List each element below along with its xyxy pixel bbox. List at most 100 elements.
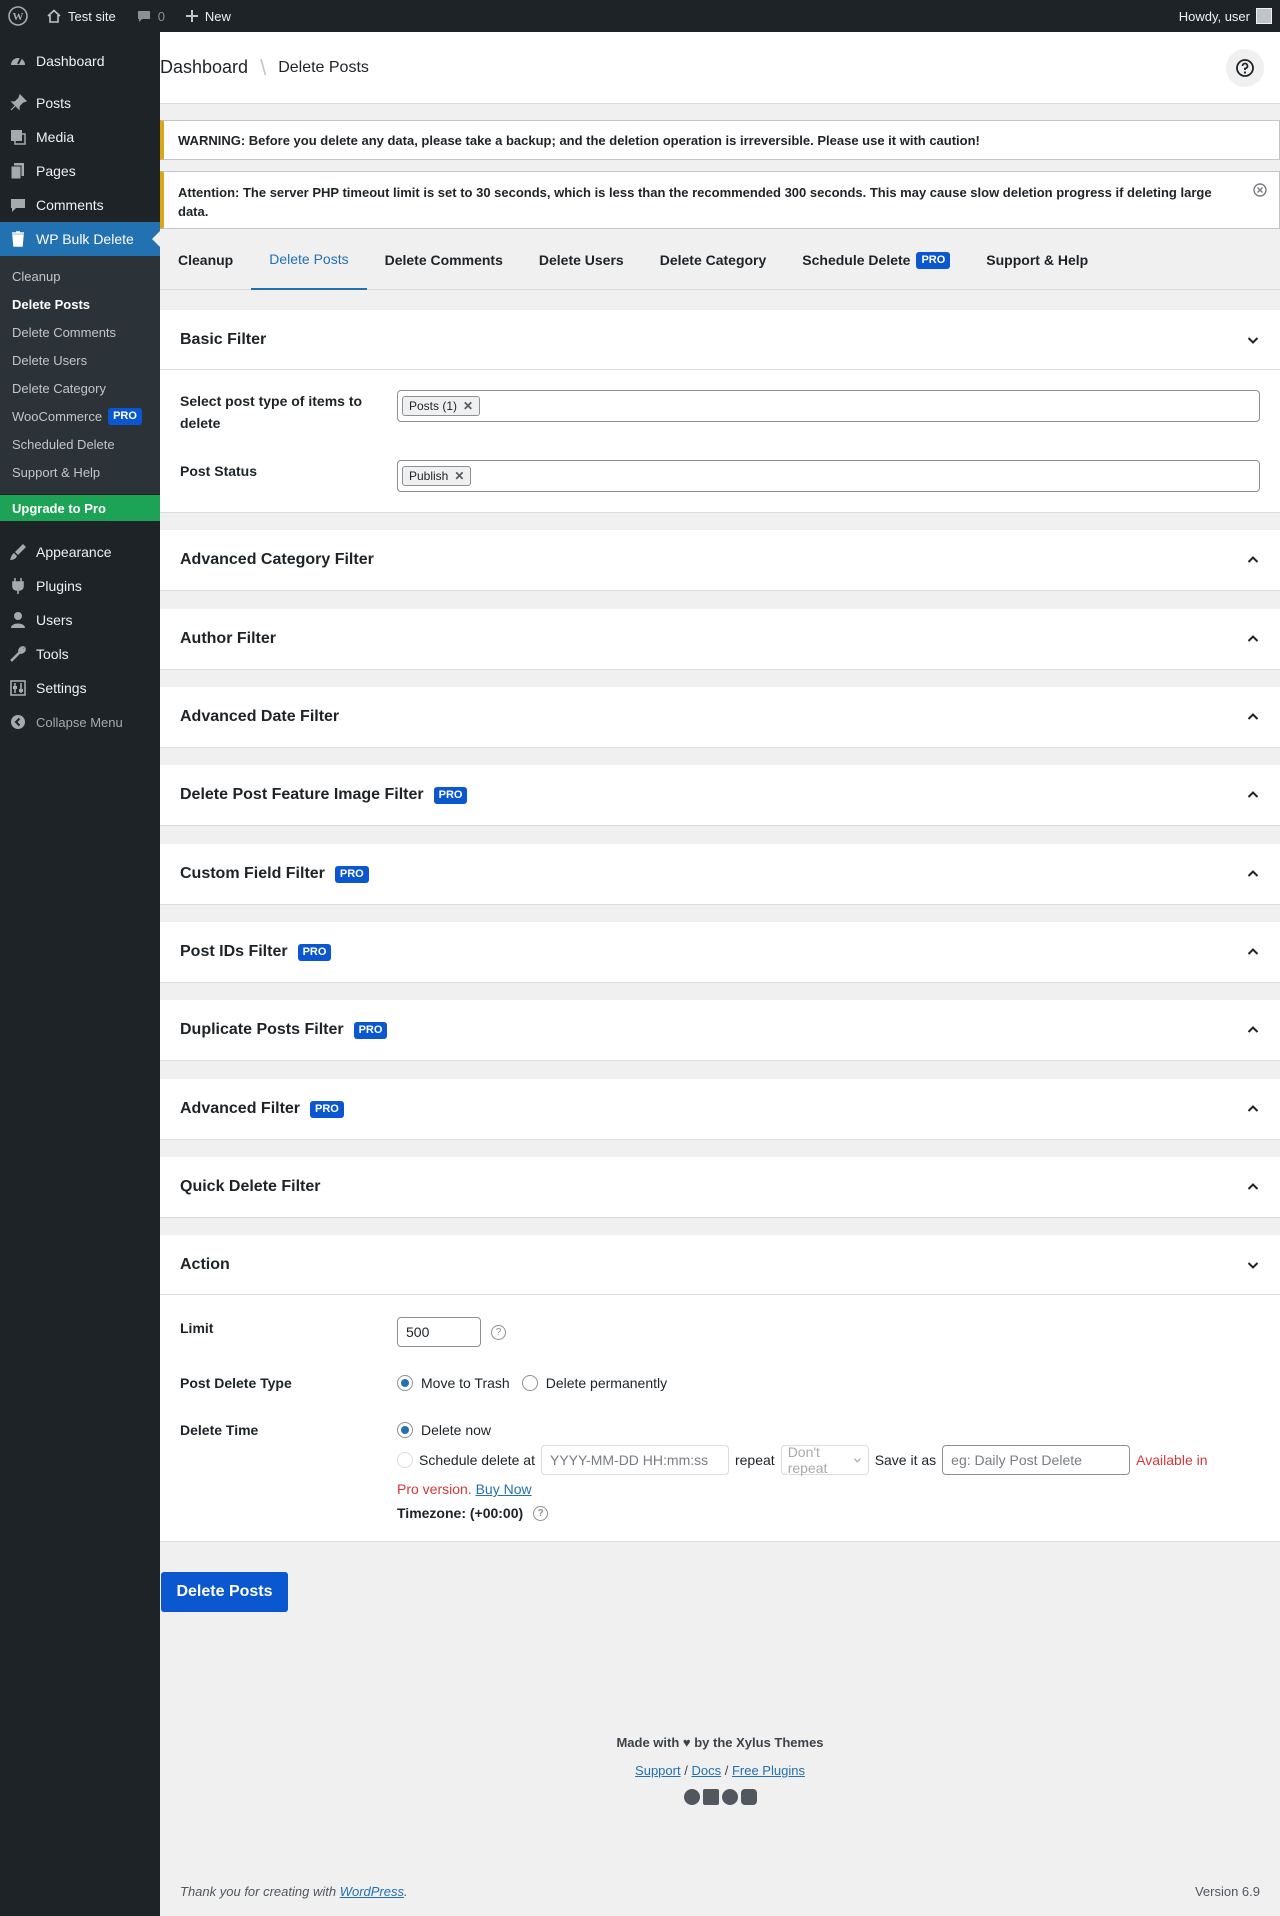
help-button[interactable] bbox=[1226, 48, 1264, 87]
panel-title: Advanced Date Filter bbox=[180, 708, 340, 725]
tab-support-help[interactable]: Support & Help bbox=[968, 230, 1106, 290]
radio-selected[interactable] bbox=[397, 1375, 413, 1391]
move-to-trash-label: Move to Trash bbox=[421, 1375, 510, 1391]
thank-you-label: Thank you for creating with bbox=[180, 1884, 337, 1899]
submenu-delete-users[interactable]: Delete Users bbox=[0, 346, 160, 374]
remove-tag-icon[interactable]: ✕ bbox=[463, 399, 473, 413]
new-label: New bbox=[204, 8, 231, 24]
quick-delete-filter-panel: Quick Delete Filter bbox=[160, 1157, 1280, 1218]
menu-media-label: Media bbox=[36, 129, 75, 145]
user-icon bbox=[11, 612, 25, 628]
submenu-cleanup[interactable]: Cleanup bbox=[0, 262, 160, 290]
submenu-scheduled-delete[interactable]: Scheduled Delete bbox=[0, 430, 160, 458]
page-header: Dashboard \ Delete Posts bbox=[160, 32, 1280, 104]
my-account-link[interactable]: Howdy, user bbox=[1179, 8, 1280, 24]
post-type-select[interactable]: Posts (1) ✕ bbox=[397, 390, 1260, 422]
tab-delete-users[interactable]: Delete Users bbox=[521, 230, 642, 290]
facebook-icon[interactable] bbox=[683, 1789, 700, 1805]
submenu-delete-category[interactable]: Delete Category bbox=[0, 374, 160, 402]
site-name-link[interactable]: Test site bbox=[36, 0, 126, 32]
menu-wp-bulk-delete-label: WP Bulk Delete bbox=[36, 231, 134, 247]
wordpress-link[interactable]: WordPress bbox=[340, 1884, 404, 1899]
support-link[interactable]: Support bbox=[635, 1763, 681, 1778]
tab-delete-comments[interactable]: Delete Comments bbox=[367, 230, 521, 290]
menu-wp-bulk-delete[interactable]: WP Bulk Delete bbox=[0, 222, 160, 256]
chevron-up-icon bbox=[1247, 713, 1259, 720]
radio-unselected[interactable] bbox=[521, 1375, 538, 1391]
tab-cleanup[interactable]: Cleanup bbox=[160, 230, 251, 290]
menu-posts[interactable]: Posts bbox=[0, 86, 160, 120]
collapse-menu-button[interactable]: Collapse Menu bbox=[0, 705, 160, 739]
advanced-filter-panel: Advanced Filter PRO bbox=[160, 1079, 1280, 1140]
feature-image-filter-header[interactable]: Delete Post Feature Image Filter PRO bbox=[160, 765, 1280, 825]
delete-now-option[interactable]: Delete now bbox=[397, 1419, 491, 1441]
tab-delete-category[interactable]: Delete Category bbox=[642, 230, 785, 290]
limit-input[interactable] bbox=[397, 1317, 481, 1347]
tab-schedule-delete[interactable]: Schedule Delete PRO bbox=[784, 230, 968, 290]
basic-filter-header[interactable]: Basic Filter bbox=[160, 310, 1280, 370]
menu-comments[interactable]: Comments bbox=[0, 188, 160, 222]
warning-notice: WARNING: Before you delete any data, ple… bbox=[160, 120, 1280, 160]
admin-bar: W Test site 0 New Howdy, user bbox=[0, 0, 1280, 32]
move-to-trash-option[interactable]: Move to Trash bbox=[397, 1375, 510, 1391]
advanced-category-filter-header[interactable]: Advanced Category Filter bbox=[160, 530, 1280, 590]
menu-appearance[interactable]: Appearance bbox=[0, 535, 160, 569]
advanced-date-filter-header[interactable]: Advanced Date Filter bbox=[160, 687, 1280, 747]
comments-link[interactable]: 0 bbox=[126, 0, 175, 32]
panel-title: Quick Delete Filter bbox=[180, 1178, 321, 1195]
duplicate-posts-filter-header[interactable]: Duplicate Posts Filter PRO bbox=[160, 1000, 1280, 1060]
submenu-delete-category-label: Delete Category bbox=[12, 380, 106, 396]
submenu-delete-posts[interactable]: Delete Posts bbox=[0, 290, 160, 318]
x-twitter-icon[interactable] bbox=[721, 1789, 738, 1805]
post-ids-filter-header[interactable]: Post IDs Filter PRO bbox=[160, 922, 1280, 982]
menu-plugins[interactable]: Plugins bbox=[0, 569, 160, 603]
upgrade-label: Upgrade to Pro bbox=[12, 500, 106, 516]
menu-dashboard[interactable]: Dashboard bbox=[0, 44, 160, 78]
remove-tag-icon[interactable]: ✕ bbox=[454, 469, 464, 483]
delete-permanently-option[interactable]: Delete permanently bbox=[521, 1375, 667, 1391]
docs-link[interactable]: Docs bbox=[691, 1763, 721, 1778]
tab-delete-posts[interactable]: Delete Posts bbox=[251, 230, 367, 290]
linkedin-icon[interactable] bbox=[702, 1789, 719, 1805]
menu-pages[interactable]: Pages bbox=[0, 154, 160, 188]
help-question-icon[interactable]: ? bbox=[491, 1324, 506, 1340]
radio-selected[interactable] bbox=[397, 1422, 413, 1438]
tab-cleanup-label: Cleanup bbox=[178, 252, 234, 268]
dismiss-notice-icon[interactable] bbox=[1253, 183, 1267, 202]
buy-now-link[interactable]: Buy Now bbox=[476, 1481, 532, 1497]
author-filter-header[interactable]: Author Filter bbox=[160, 609, 1280, 669]
panel-title: Post IDs Filter bbox=[180, 943, 288, 960]
advanced-filter-header[interactable]: Advanced Filter PRO bbox=[160, 1079, 1280, 1139]
menu-settings-label: Settings bbox=[36, 680, 87, 696]
action-header[interactable]: Action bbox=[160, 1235, 1280, 1295]
menu-tools[interactable]: Tools bbox=[0, 637, 160, 671]
upgrade-to-pro-link[interactable]: Upgrade to Pro bbox=[0, 495, 160, 521]
dashboard-gauge-icon bbox=[11, 57, 25, 65]
chevron-up-icon bbox=[1247, 948, 1259, 955]
settings-sliders-icon bbox=[10, 680, 26, 696]
youtube-icon[interactable] bbox=[740, 1789, 757, 1805]
quick-delete-filter-header[interactable]: Quick Delete Filter bbox=[160, 1157, 1280, 1217]
menu-users[interactable]: Users bbox=[0, 603, 160, 637]
delete-posts-button[interactable]: Delete Posts bbox=[161, 1572, 288, 1612]
breadcrumb-current: Delete Posts bbox=[278, 58, 369, 76]
submenu-support-help[interactable]: Support & Help bbox=[0, 458, 160, 486]
menu-media[interactable]: Media bbox=[0, 120, 160, 154]
save-as-input[interactable] bbox=[942, 1445, 1131, 1475]
pro-badge: PRO bbox=[108, 407, 142, 425]
breadcrumb-dashboard[interactable]: Dashboard bbox=[160, 57, 248, 78]
delete-time-row: Delete Time Delete now Schedule delete a… bbox=[180, 1419, 1260, 1521]
free-plugins-link[interactable]: Free Plugins bbox=[732, 1763, 805, 1778]
submenu-woocommerce[interactable]: WooCommerce PRO bbox=[0, 402, 160, 430]
submenu-delete-comments[interactable]: Delete Comments bbox=[0, 318, 160, 346]
help-question-icon[interactable]: ? bbox=[533, 1505, 549, 1521]
custom-field-filter-header[interactable]: Custom Field Filter PRO bbox=[160, 844, 1280, 904]
repeat-label: repeat bbox=[734, 1452, 775, 1468]
comments-icon bbox=[11, 199, 25, 212]
new-content-link[interactable]: New bbox=[175, 0, 241, 32]
wordpress-logo-icon[interactable]: W bbox=[0, 0, 36, 32]
post-status-select[interactable]: Publish ✕ bbox=[397, 460, 1260, 492]
menu-settings[interactable]: Settings bbox=[0, 671, 160, 705]
comment-bubble-icon bbox=[137, 11, 150, 22]
pro-version-text: Pro version. bbox=[397, 1481, 472, 1497]
